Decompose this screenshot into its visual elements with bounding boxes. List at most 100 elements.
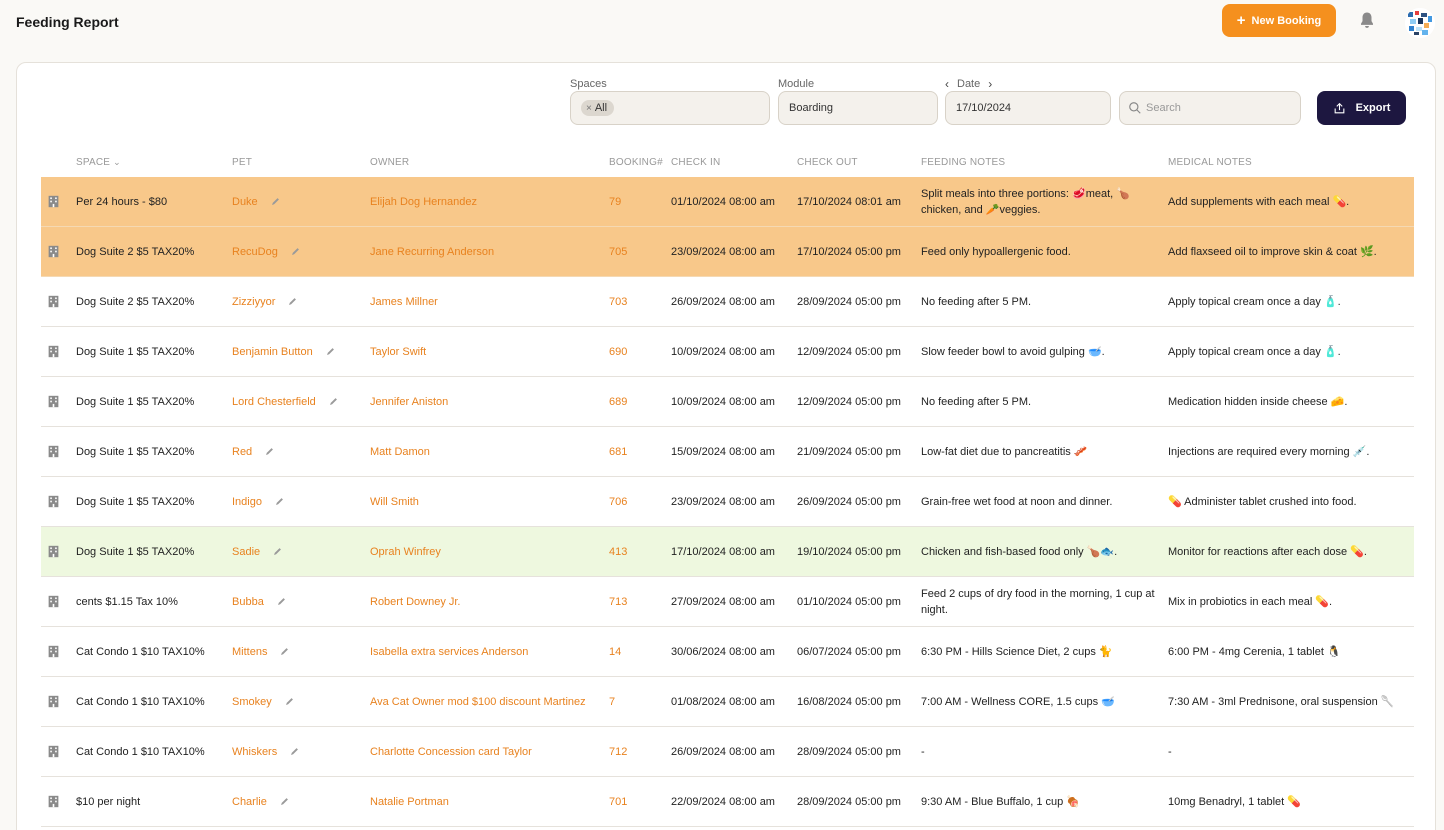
pencil-icon[interactable] (328, 396, 339, 407)
chevron-right-icon[interactable]: › (988, 77, 992, 91)
spaces-chip[interactable]: × All (581, 100, 615, 116)
pet-link[interactable]: Benjamin Button (232, 344, 313, 360)
search-input[interactable]: Search (1119, 91, 1301, 125)
owner-link[interactable]: Taylor Swift (370, 327, 605, 376)
pet-cell: Charlie (232, 777, 362, 826)
pencil-icon[interactable] (276, 596, 287, 607)
pencil-icon[interactable] (274, 496, 285, 507)
pet-link[interactable]: RecuDog (232, 244, 278, 260)
booking-link[interactable]: 79 (609, 177, 659, 226)
booking-link[interactable]: 703 (609, 277, 659, 326)
check-in-cell: 22/09/2024 08:00 am (671, 795, 775, 808)
owner-link[interactable]: Elijah Dog Hernandez (370, 177, 605, 226)
page-title: Feeding Report (16, 14, 119, 30)
table-row[interactable]: Dog Suite 2 $5 TAX20% Zizziyyor James Mi… (41, 277, 1414, 327)
pet-cell: Zizziyyor (232, 277, 362, 326)
booking-link[interactable]: 14 (609, 627, 659, 676)
pencil-icon[interactable] (287, 296, 298, 307)
table-row[interactable]: Cat Condo 1 $10 TAX10% Mittens Isabella … (41, 627, 1414, 677)
building-icon (47, 577, 63, 626)
pet-link[interactable]: Charlie (232, 794, 267, 810)
pet-link[interactable]: Whiskers (232, 744, 277, 760)
pet-link[interactable]: Smokey (232, 694, 272, 710)
booking-link[interactable]: 713 (609, 577, 659, 626)
pencil-icon[interactable] (264, 446, 275, 457)
owner-link[interactable]: Charlotte Concession card Taylor (370, 727, 605, 776)
table-row[interactable]: Dog Suite 1 $5 TAX20% Red Matt Damon 681… (41, 427, 1414, 477)
owner-link[interactable]: Will Smith (370, 477, 605, 526)
booking-link[interactable]: 690 (609, 327, 659, 376)
booking-link[interactable]: 689 (609, 377, 659, 426)
pet-cell: Bubba (232, 577, 362, 626)
check-out-cell: 19/10/2024 05:00 pm (797, 545, 901, 558)
pencil-icon[interactable] (279, 646, 290, 657)
pencil-icon[interactable] (270, 196, 281, 207)
pet-link[interactable]: Zizziyyor (232, 294, 275, 310)
pet-link[interactable]: Duke (232, 194, 258, 210)
pencil-icon[interactable] (272, 546, 283, 557)
bell-icon[interactable] (1358, 11, 1376, 29)
pencil-icon[interactable] (325, 346, 336, 357)
check-in-cell: 27/09/2024 08:00 am (671, 595, 775, 608)
booking-link[interactable]: 712 (609, 727, 659, 776)
chevron-left-icon[interactable]: ‹ (945, 77, 949, 91)
booking-link[interactable]: 701 (609, 777, 659, 826)
medical-notes-cell: 💊 Administer tablet crushed into food. (1168, 495, 1357, 508)
spaces-select[interactable]: × All (570, 91, 770, 125)
feeding-notes-cell: Split meals into three portions: 🥩meat, … (921, 187, 1130, 216)
pencil-icon[interactable] (279, 796, 290, 807)
space-cell: Cat Condo 1 $10 TAX10% (76, 695, 205, 708)
owner-link[interactable]: Ava Cat Owner mod $100 discount Martinez (370, 677, 605, 726)
owner-link[interactable]: Natalie Portman (370, 777, 605, 826)
owner-link[interactable]: James Millner (370, 277, 605, 326)
table-row[interactable]: Per 24 hours - $80 Duke Elijah Dog Herna… (41, 177, 1414, 227)
date-field[interactable]: 17/10/2024 (945, 91, 1111, 125)
export-button[interactable]: Export (1317, 91, 1406, 125)
pet-link[interactable]: Sadie (232, 544, 260, 560)
pet-link[interactable]: Red (232, 444, 252, 460)
avatar[interactable] (1405, 8, 1435, 38)
sort-chevron-icon[interactable]: ⌄ (113, 157, 121, 167)
new-booking-button[interactable]: + New Booking (1222, 4, 1336, 37)
booking-link[interactable]: 7 (609, 677, 659, 726)
table-row[interactable]: $10 per night Charlie Natalie Portman 70… (41, 777, 1414, 827)
owner-link[interactable]: Robert Downey Jr. (370, 577, 605, 626)
medical-notes-cell: Add supplements with each meal 💊. (1168, 195, 1350, 208)
pet-link[interactable]: Lord Chesterfield (232, 394, 316, 410)
pencil-icon[interactable] (289, 746, 300, 757)
medical-notes-cell: Add flaxseed oil to improve skin & coat … (1168, 245, 1377, 258)
remove-chip-icon[interactable]: × (586, 103, 592, 114)
owner-link[interactable]: Isabella extra services Anderson (370, 627, 605, 676)
owner-link[interactable]: Matt Damon (370, 427, 605, 476)
feeding-notes-cell: No feeding after 5 PM. (921, 395, 1032, 408)
owner-link[interactable]: Jane Recurring Anderson (370, 227, 605, 276)
booking-link[interactable]: 705 (609, 227, 659, 276)
owner-link[interactable]: Jennifer Aniston (370, 377, 605, 426)
feeding-notes-cell: 6:30 PM - Hills Science Diet, 2 cups 🐈 (921, 645, 1113, 658)
table-row[interactable]: Cat Condo 1 $10 TAX10% Whiskers Charlott… (41, 727, 1414, 777)
pet-link[interactable]: Bubba (232, 594, 264, 610)
table-row[interactable]: Dog Suite 1 $5 TAX20% Lord Chesterfield … (41, 377, 1414, 427)
table-row[interactable]: Dog Suite 1 $5 TAX20% Benjamin Button Ta… (41, 327, 1414, 377)
feeding-notes-cell: Low-fat diet due to pancreatitis 🥓 (921, 445, 1088, 458)
date-nav: ‹ Date › (945, 77, 992, 91)
date-label: Date (957, 78, 981, 90)
table-row[interactable]: Dog Suite 1 $5 TAX20% Sadie Oprah Winfre… (41, 527, 1414, 577)
check-out-cell: 26/09/2024 05:00 pm (797, 495, 901, 508)
pet-link[interactable]: Indigo (232, 494, 262, 510)
pet-cell: Duke (232, 177, 362, 226)
table-row[interactable]: Dog Suite 1 $5 TAX20% Indigo Will Smith … (41, 477, 1414, 527)
pencil-icon[interactable] (290, 246, 301, 257)
table-row[interactable]: Cat Condo 1 $10 TAX10% Smokey Ava Cat Ow… (41, 677, 1414, 727)
pencil-icon[interactable] (284, 696, 295, 707)
booking-link[interactable]: 413 (609, 527, 659, 576)
pet-link[interactable]: Mittens (232, 644, 267, 660)
booking-link[interactable]: 706 (609, 477, 659, 526)
table-row[interactable]: cents $1.15 Tax 10% Bubba Robert Downey … (41, 577, 1414, 627)
table-row[interactable]: Dog Suite 2 $5 TAX20% RecuDog Jane Recur… (41, 227, 1414, 277)
booking-link[interactable]: 681 (609, 427, 659, 476)
module-select[interactable]: Boarding (778, 91, 938, 125)
owner-link[interactable]: Oprah Winfrey (370, 527, 605, 576)
col-space[interactable]: SPACE ⌄ (76, 157, 121, 168)
check-out-cell: 12/09/2024 05:00 pm (797, 395, 901, 408)
